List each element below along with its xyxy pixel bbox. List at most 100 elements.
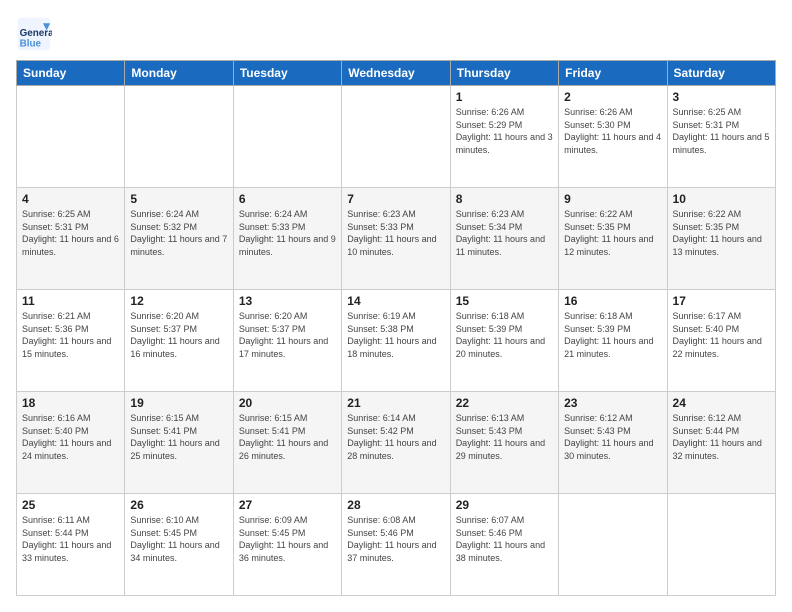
day-number: 24 (673, 396, 770, 410)
day-info: Sunrise: 6:15 AM Sunset: 5:41 PM Dayligh… (130, 412, 227, 462)
day-info: Sunrise: 6:20 AM Sunset: 5:37 PM Dayligh… (130, 310, 227, 360)
day-number: 18 (22, 396, 119, 410)
calendar-cell (342, 86, 450, 188)
day-info: Sunrise: 6:24 AM Sunset: 5:33 PM Dayligh… (239, 208, 336, 258)
calendar-cell: 18 Sunrise: 6:16 AM Sunset: 5:40 PM Dayli… (17, 392, 125, 494)
day-info: Sunrise: 6:23 AM Sunset: 5:34 PM Dayligh… (456, 208, 553, 258)
day-info: Sunrise: 6:10 AM Sunset: 5:45 PM Dayligh… (130, 514, 227, 564)
calendar-cell: 8 Sunrise: 6:23 AM Sunset: 5:34 PM Daylig… (450, 188, 558, 290)
calendar-cell: 13 Sunrise: 6:20 AM Sunset: 5:37 PM Dayli… (233, 290, 341, 392)
weekday-header-row: SundayMondayTuesdayWednesdayThursdayFrid… (17, 61, 776, 86)
day-info: Sunrise: 6:13 AM Sunset: 5:43 PM Dayligh… (456, 412, 553, 462)
day-number: 25 (22, 498, 119, 512)
day-number: 3 (673, 90, 770, 104)
calendar-cell: 26 Sunrise: 6:10 AM Sunset: 5:45 PM Dayli… (125, 494, 233, 596)
day-info: Sunrise: 6:20 AM Sunset: 5:37 PM Dayligh… (239, 310, 336, 360)
calendar-cell: 15 Sunrise: 6:18 AM Sunset: 5:39 PM Dayli… (450, 290, 558, 392)
day-number: 5 (130, 192, 227, 206)
day-number: 9 (564, 192, 661, 206)
day-info: Sunrise: 6:11 AM Sunset: 5:44 PM Dayligh… (22, 514, 119, 564)
calendar-cell: 23 Sunrise: 6:12 AM Sunset: 5:43 PM Dayli… (559, 392, 667, 494)
weekday-header-tuesday: Tuesday (233, 61, 341, 86)
logo-icon: General Blue (16, 16, 52, 52)
day-info: Sunrise: 6:12 AM Sunset: 5:44 PM Dayligh… (673, 412, 770, 462)
weekday-header-wednesday: Wednesday (342, 61, 450, 86)
calendar-cell: 1Sunrise: 6:26 AM Sunset: 5:29 PM Daylig… (450, 86, 558, 188)
calendar-cell: 17 Sunrise: 6:17 AM Sunset: 5:40 PM Dayli… (667, 290, 775, 392)
day-info: Sunrise: 6:26 AM Sunset: 5:30 PM Dayligh… (564, 106, 661, 156)
calendar-cell: 28 Sunrise: 6:08 AM Sunset: 5:46 PM Dayli… (342, 494, 450, 596)
day-number: 19 (130, 396, 227, 410)
day-number: 15 (456, 294, 553, 308)
calendar-cell (233, 86, 341, 188)
day-info: Sunrise: 6:14 AM Sunset: 5:42 PM Dayligh… (347, 412, 444, 462)
calendar-cell (125, 86, 233, 188)
logo: General Blue (16, 16, 54, 52)
day-info: Sunrise: 6:22 AM Sunset: 5:35 PM Dayligh… (673, 208, 770, 258)
day-number: 16 (564, 294, 661, 308)
day-number: 6 (239, 192, 336, 206)
calendar-cell (667, 494, 775, 596)
day-info: Sunrise: 6:18 AM Sunset: 5:39 PM Dayligh… (456, 310, 553, 360)
week-row-5: 25 Sunrise: 6:11 AM Sunset: 5:44 PM Dayli… (17, 494, 776, 596)
calendar-cell: 29 Sunrise: 6:07 AM Sunset: 5:46 PM Dayli… (450, 494, 558, 596)
day-number: 20 (239, 396, 336, 410)
day-number: 27 (239, 498, 336, 512)
day-info: Sunrise: 6:25 AM Sunset: 5:31 PM Dayligh… (673, 106, 770, 156)
svg-text:Blue: Blue (20, 39, 42, 50)
day-info: Sunrise: 6:23 AM Sunset: 5:33 PM Dayligh… (347, 208, 444, 258)
day-number: 26 (130, 498, 227, 512)
day-info: Sunrise: 6:08 AM Sunset: 5:46 PM Dayligh… (347, 514, 444, 564)
weekday-header-monday: Monday (125, 61, 233, 86)
day-number: 8 (456, 192, 553, 206)
calendar-cell: 2 Sunrise: 6:26 AM Sunset: 5:30 PM Daylig… (559, 86, 667, 188)
day-info: Sunrise: 6:16 AM Sunset: 5:40 PM Dayligh… (22, 412, 119, 462)
day-number: 23 (564, 396, 661, 410)
calendar-table: SundayMondayTuesdayWednesdayThursdayFrid… (16, 60, 776, 596)
day-number: 28 (347, 498, 444, 512)
calendar-cell: 12 Sunrise: 6:20 AM Sunset: 5:37 PM Dayli… (125, 290, 233, 392)
calendar-cell: 27 Sunrise: 6:09 AM Sunset: 5:45 PM Dayli… (233, 494, 341, 596)
day-number: 17 (673, 294, 770, 308)
calendar-cell: 4 Sunrise: 6:25 AM Sunset: 5:31 PM Daylig… (17, 188, 125, 290)
day-number: 13 (239, 294, 336, 308)
calendar-cell: 11Sunrise: 6:21 AM Sunset: 5:36 PM Dayli… (17, 290, 125, 392)
day-number: 29 (456, 498, 553, 512)
day-number: 11 (22, 294, 119, 308)
calendar-cell: 24 Sunrise: 6:12 AM Sunset: 5:44 PM Dayli… (667, 392, 775, 494)
calendar-cell: 19 Sunrise: 6:15 AM Sunset: 5:41 PM Dayli… (125, 392, 233, 494)
day-number: 7 (347, 192, 444, 206)
calendar-cell: 16 Sunrise: 6:18 AM Sunset: 5:39 PM Dayli… (559, 290, 667, 392)
day-info: Sunrise: 6:15 AM Sunset: 5:41 PM Dayligh… (239, 412, 336, 462)
day-info: Sunrise: 6:17 AM Sunset: 5:40 PM Dayligh… (673, 310, 770, 360)
weekday-header-thursday: Thursday (450, 61, 558, 86)
day-number: 10 (673, 192, 770, 206)
weekday-header-sunday: Sunday (17, 61, 125, 86)
calendar-cell: 3 Sunrise: 6:25 AM Sunset: 5:31 PM Daylig… (667, 86, 775, 188)
week-row-3: 11Sunrise: 6:21 AM Sunset: 5:36 PM Dayli… (17, 290, 776, 392)
day-info: Sunrise: 6:12 AM Sunset: 5:43 PM Dayligh… (564, 412, 661, 462)
calendar-cell: 25 Sunrise: 6:11 AM Sunset: 5:44 PM Dayli… (17, 494, 125, 596)
header: General Blue (16, 16, 776, 52)
day-number: 4 (22, 192, 119, 206)
day-info: Sunrise: 6:22 AM Sunset: 5:35 PM Dayligh… (564, 208, 661, 258)
calendar-cell: 7 Sunrise: 6:23 AM Sunset: 5:33 PM Daylig… (342, 188, 450, 290)
svg-text:General: General (20, 28, 52, 39)
day-info: Sunrise: 6:09 AM Sunset: 5:45 PM Dayligh… (239, 514, 336, 564)
day-number: 21 (347, 396, 444, 410)
day-info: Sunrise: 6:07 AM Sunset: 5:46 PM Dayligh… (456, 514, 553, 564)
calendar-cell (559, 494, 667, 596)
day-number: 12 (130, 294, 227, 308)
day-info: Sunrise: 6:25 AM Sunset: 5:31 PM Dayligh… (22, 208, 119, 258)
calendar-cell: 21 Sunrise: 6:14 AM Sunset: 5:42 PM Dayli… (342, 392, 450, 494)
week-row-1: 1Sunrise: 6:26 AM Sunset: 5:29 PM Daylig… (17, 86, 776, 188)
weekday-header-saturday: Saturday (667, 61, 775, 86)
calendar-cell: 9 Sunrise: 6:22 AM Sunset: 5:35 PM Daylig… (559, 188, 667, 290)
day-info: Sunrise: 6:24 AM Sunset: 5:32 PM Dayligh… (130, 208, 227, 258)
day-info: Sunrise: 6:18 AM Sunset: 5:39 PM Dayligh… (564, 310, 661, 360)
week-row-4: 18 Sunrise: 6:16 AM Sunset: 5:40 PM Dayli… (17, 392, 776, 494)
day-number: 22 (456, 396, 553, 410)
day-number: 2 (564, 90, 661, 104)
calendar-cell (17, 86, 125, 188)
day-number: 14 (347, 294, 444, 308)
